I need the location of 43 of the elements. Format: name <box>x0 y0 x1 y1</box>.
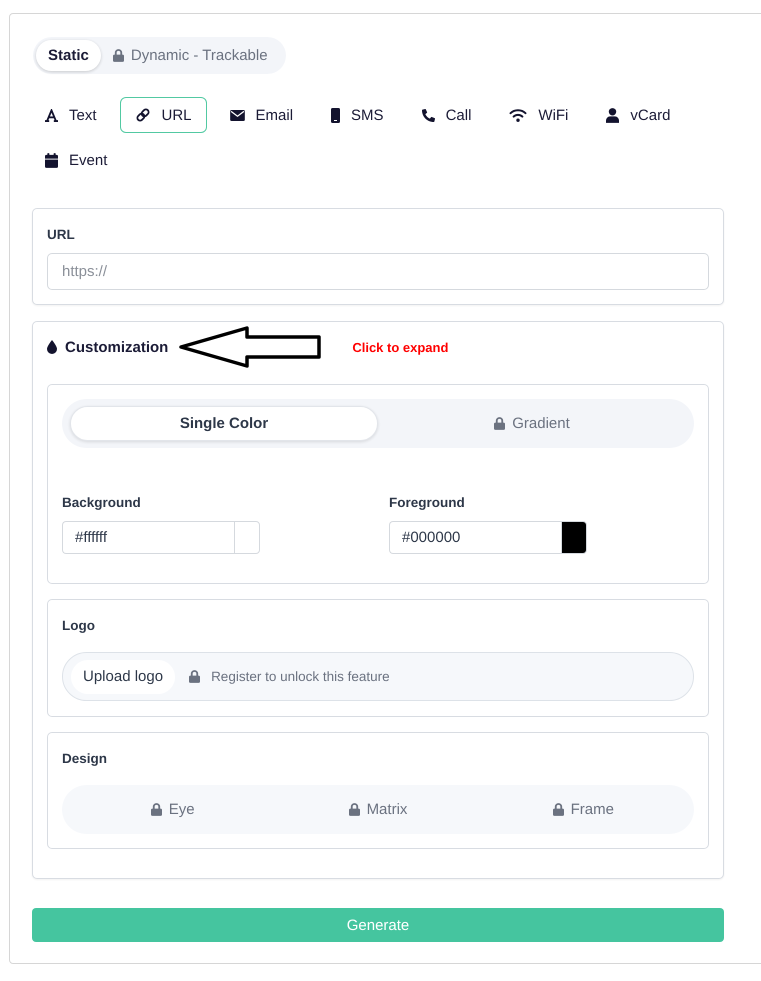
color-mode-tab[interactable]: Single Color <box>70 406 378 441</box>
lock-icon <box>494 417 506 430</box>
design-option[interactable]: Matrix <box>275 785 481 834</box>
upload-logo-button[interactable]: Upload logo <box>71 660 176 694</box>
section-title[interactable]: Customization <box>65 338 168 356</box>
field-label: Design <box>62 751 108 767</box>
mode-tab[interactable]: Static <box>36 40 101 71</box>
mobile-phone-icon <box>331 108 340 122</box>
type-tab[interactable]: vCard <box>591 97 686 133</box>
envelope-icon <box>230 110 245 120</box>
lock-icon <box>150 803 162 816</box>
field-label: Background <box>62 495 142 511</box>
lock-icon <box>112 49 124 62</box>
design-option[interactable]: Frame <box>480 785 686 834</box>
calendar-icon <box>45 152 58 168</box>
type-tab[interactable]: Email <box>214 97 308 133</box>
field-label: Logo <box>62 618 96 634</box>
type-tab[interactable]: SMS <box>316 97 399 133</box>
color-input[interactable]: #000000 <box>389 521 561 554</box>
wifi-icon <box>509 108 528 122</box>
link-icon <box>134 107 151 123</box>
type-tab[interactable]: Event <box>30 142 122 178</box>
field-label: Foreground <box>389 495 466 511</box>
phone-icon <box>422 108 435 122</box>
color-swatch-icon[interactable] <box>234 521 260 554</box>
user-icon <box>606 108 620 122</box>
type-tab[interactable]: Call <box>406 97 486 133</box>
unlock-note: Register to unlock this feature <box>211 669 390 684</box>
color-input[interactable]: #ffffff <box>62 521 234 554</box>
type-tab[interactable]: URL <box>120 97 207 133</box>
lock-icon <box>552 803 564 816</box>
lock-icon <box>348 803 360 816</box>
type-tab[interactable]: WiFi <box>494 97 584 133</box>
field-label: URL <box>47 227 76 243</box>
url-input[interactable]: https:// <box>47 253 709 290</box>
font-icon <box>45 108 58 122</box>
color-mode-tab[interactable]: Gradient <box>378 406 686 441</box>
annotation-text: Click to expand <box>352 340 448 354</box>
design-option[interactable]: Eye <box>70 785 276 834</box>
type-tab[interactable]: Text <box>30 97 112 133</box>
mode-tab[interactable]: Dynamic - Trackable <box>100 40 283 71</box>
droplet-icon <box>47 340 57 354</box>
color-swatch-icon[interactable] <box>561 521 587 554</box>
